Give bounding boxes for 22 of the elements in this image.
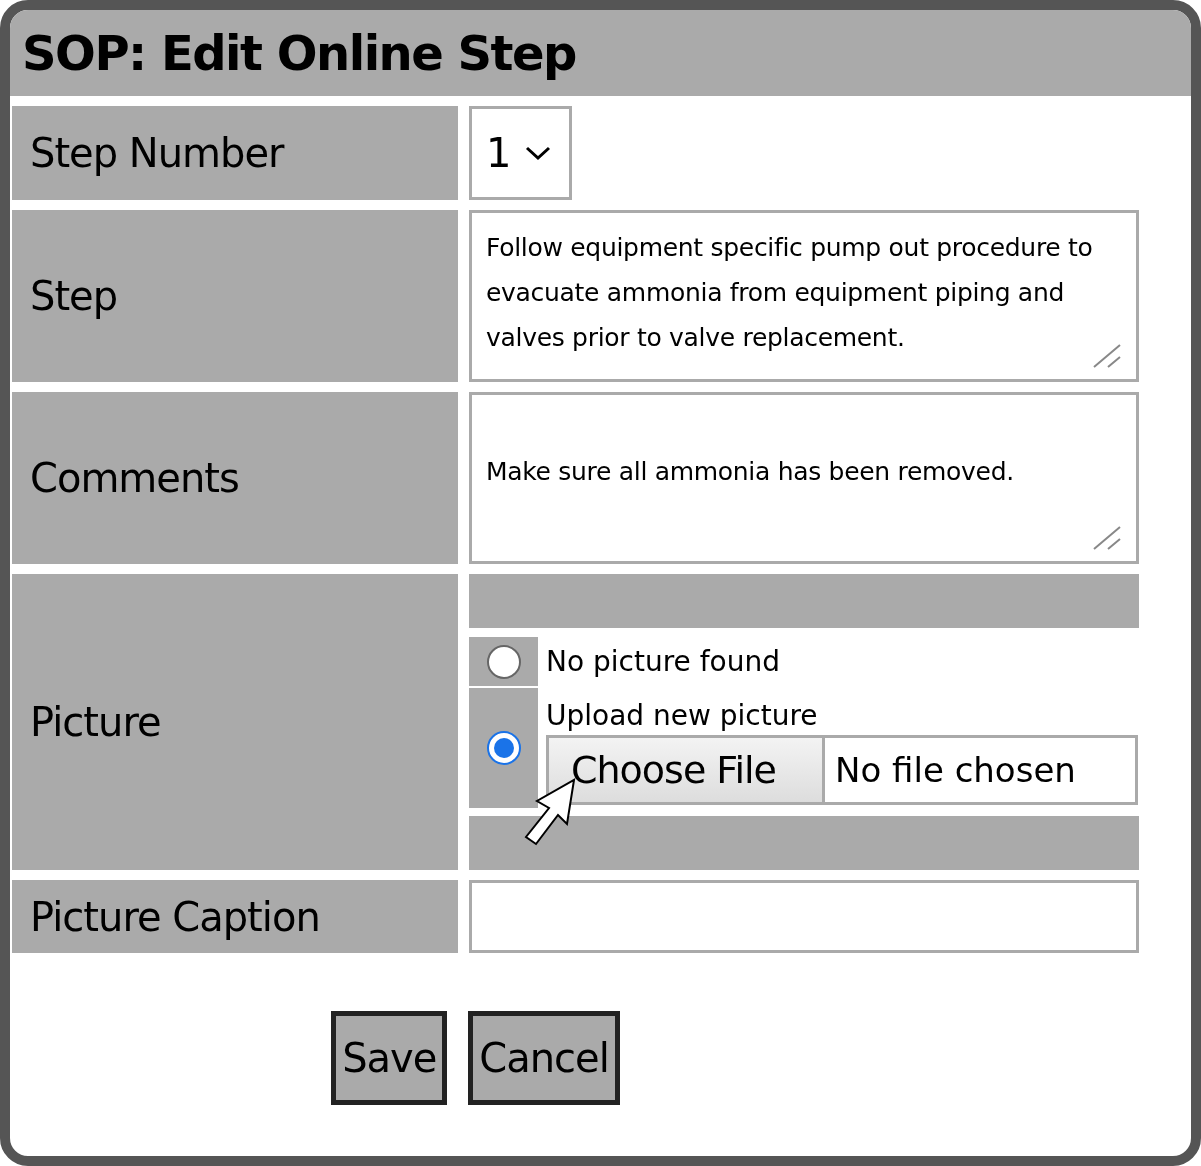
caption-input[interactable] xyxy=(469,880,1139,953)
window-title: SOP: Edit Online Step xyxy=(22,25,576,81)
choose-file-button[interactable]: Choose File xyxy=(549,738,825,802)
resize-grip-icon xyxy=(1092,343,1122,369)
comments-textarea[interactable]: Make sure all ammonia has been removed. xyxy=(469,392,1139,564)
step-number-select[interactable]: 1 xyxy=(469,106,572,200)
field-label: Comments xyxy=(12,392,458,564)
radio-label: Upload new picture xyxy=(546,698,819,732)
radio-selected[interactable] xyxy=(485,730,522,766)
file-status: No file chosen xyxy=(834,749,1076,792)
field-label: Step Number xyxy=(12,106,458,200)
step-textarea[interactable]: Follow equipment specific pump out procedure to evacuate ammonia from equipment piping and valves prior to valve replacement. xyxy=(469,210,1139,382)
radio-unselected[interactable] xyxy=(485,643,522,680)
field-label: Step xyxy=(12,210,458,382)
cancel-button[interactable]: Cancel xyxy=(468,1011,620,1105)
save-button[interactable]: Save xyxy=(331,1011,448,1105)
chevron-down-icon xyxy=(525,145,552,161)
field-label: Picture xyxy=(12,574,458,870)
field-label: Picture Caption xyxy=(12,880,458,953)
file-input[interactable]: Choose File No file chosen xyxy=(546,735,1138,805)
radio-label: No picture found xyxy=(546,644,780,680)
resize-grip-icon xyxy=(1092,525,1122,551)
